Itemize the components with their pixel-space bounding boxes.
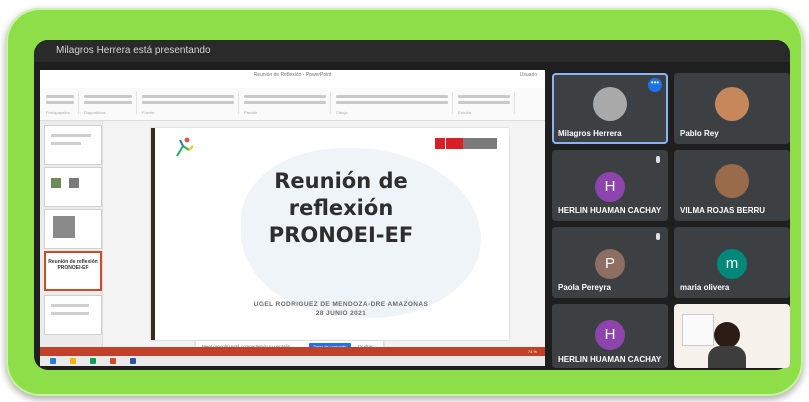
participant-tile[interactable]: P Paola Pereyra	[552, 227, 668, 298]
ribbon-group-paragraph[interactable]: Párrafo	[240, 92, 331, 115]
explorer-icon[interactable]	[70, 358, 76, 364]
participant-tile[interactable]: H HERLIN HUAMAN CACHAY	[552, 150, 668, 221]
powerpoint-icon[interactable]	[110, 358, 116, 364]
participant-name: Milagros Herrera	[558, 129, 622, 138]
ppt-ribbon-tabs: Archivo Inicio Insertar Diseño Transicio…	[40, 80, 545, 94]
participant-name: HERLIN HUAMAN CACHAY	[558, 206, 662, 215]
participant-name: Paola Pereyra	[558, 283, 611, 292]
muted-mic-icon	[656, 233, 660, 240]
participant-tile[interactable]: m maria olivera	[674, 227, 790, 298]
participant-avatar: H	[595, 320, 625, 350]
ppt-window-title: Reunión de Reflexión - PowerPoint	[40, 70, 545, 80]
participant-tile[interactable]: ••• Milagros Herrera	[552, 73, 668, 144]
participant-name: Pablo Rey	[680, 129, 719, 138]
peru-ministry-logo-icon	[435, 138, 497, 149]
participant-name: VILMA ROJAS BERRU	[680, 206, 766, 215]
participant-avatar: H	[595, 172, 625, 202]
participant-photo	[715, 87, 749, 121]
powerpoint-window: Reunión de Reflexión - PowerPoint Usuari…	[40, 70, 545, 366]
participant-tile[interactable]: H HERLIN HUAMAN CACHAY	[552, 304, 668, 368]
muted-mic-icon	[656, 156, 660, 163]
participant-avatar: m	[717, 249, 747, 279]
word-icon[interactable]	[130, 358, 136, 364]
ribbon-group-clipboard[interactable]: Portapapeles	[42, 92, 79, 115]
participant-avatar: P	[595, 249, 625, 279]
slide-thumbnails: Reunión de reflexión PRONOEI-EF	[40, 121, 103, 347]
ppt-status-bar: Diapositiva 4 de 15 Español (Perú) 74 %	[40, 347, 545, 361]
slide-thumbnail-selected[interactable]: Reunión de reflexión PRONOEI-EF	[44, 251, 102, 291]
ribbon-group-drawing[interactable]: Dibujo	[332, 92, 453, 115]
slide-thumbnail[interactable]	[44, 167, 102, 207]
participant-video-tile[interactable]	[674, 304, 790, 368]
slide-thumbnail[interactable]	[44, 295, 102, 335]
status-zoom[interactable]: 74 %	[528, 347, 537, 356]
participant-photo	[593, 87, 627, 121]
participant-tile[interactable]: VILMA ROJAS BERRU	[674, 150, 790, 221]
start-icon[interactable]	[50, 358, 56, 364]
participant-photo	[715, 164, 749, 198]
ribbon-group-slides[interactable]: Diapositivas	[80, 92, 137, 115]
presenting-banner: Milagros Herrera está presentando	[34, 40, 790, 62]
physical-education-logo-icon	[176, 137, 194, 157]
slide-subtitle: UGEL RODRIGUEZ DE MENDOZA-DRE AMAZONAS 2…	[253, 301, 429, 317]
more-options-icon[interactable]: •••	[648, 78, 662, 92]
participant-name: maria olivera	[680, 283, 730, 292]
participant-tile[interactable]: Pablo Rey	[674, 73, 790, 144]
participant-video	[674, 304, 790, 368]
slide-title: Reunión de reflexión PRONOEI-EF	[268, 169, 414, 247]
ribbon-group-editing[interactable]: Edición	[454, 92, 515, 115]
slide-thumbnail[interactable]	[44, 125, 102, 165]
ribbon-group-font[interactable]: Fuente	[138, 92, 239, 115]
participant-name: HERLIN HUAMAN CACHAY	[558, 355, 662, 364]
ppt-ribbon: Portapapeles Diapositivas Fuente Párrafo…	[40, 88, 545, 121]
chrome-icon[interactable]	[90, 358, 96, 364]
windows-taskbar	[40, 356, 545, 366]
current-slide: Reunión de reflexión PRONOEI-EF UGEL ROD…	[151, 128, 509, 340]
ppt-user: Usuario	[519, 72, 537, 78]
slide-thumbnail[interactable]	[44, 209, 102, 249]
slide-left-bar	[151, 128, 155, 340]
